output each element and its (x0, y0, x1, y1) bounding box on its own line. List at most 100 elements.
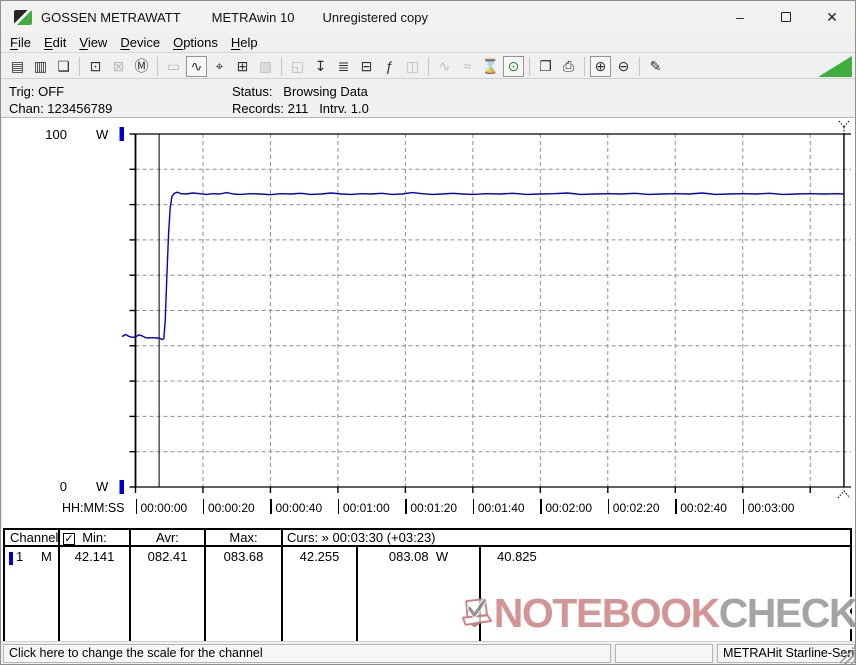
toolbar-separator (157, 57, 158, 76)
x-tick-label: 00:01:20 (410, 501, 457, 515)
x-tick-label: 00:02:20 (613, 501, 660, 515)
browse-status: Status: Browsing Data (232, 84, 368, 99)
device-read-icon[interactable]: ⊡ (85, 56, 106, 77)
channel-row-id[interactable]: 1 M (3, 547, 58, 641)
histogram-view-icon: ▨ (255, 56, 276, 77)
statusbar-device: METRAHit Starline-Seri (717, 644, 855, 663)
print-icon[interactable]: ⎙ (558, 56, 579, 77)
col-header-avr: Avr: (129, 528, 204, 547)
status-bar: Click here to change the scale for the c… (1, 641, 855, 665)
app-window: GOSSEN METRAWATT METRAwin 10 Unregistere… (0, 0, 856, 665)
menu-item-file[interactable]: File (9, 34, 40, 52)
toolbar-separator (281, 57, 282, 76)
col-header-min: ✓ Min: (58, 528, 129, 547)
x-tick-label: 00:00:00 (141, 501, 188, 515)
zoom-time-icon[interactable]: ⊕ (590, 56, 611, 77)
value-cursor2: 083.08 (389, 549, 429, 564)
channel-mode: M (41, 549, 52, 564)
toolbar-separator (529, 57, 530, 76)
x-tick-label: 00:01:00 (343, 501, 390, 515)
col-header-max: Max: (204, 528, 281, 547)
table-view-icon[interactable]: ⊞ (232, 56, 253, 77)
display-settings-icon[interactable]: ⊟ (356, 56, 377, 77)
col-header-cursor: Curs: » 00:03:30 (+03:23) (281, 528, 852, 547)
x-tick-mark (405, 499, 407, 514)
value-avr: 082.41 (129, 547, 204, 641)
toolbar: ▤▥❏⊡⊠Ⓜ▭∿⌖⊞▨◱↧≣⊟ƒ◫∿≈⌛⊙❐⎙⊕⊖✎ (1, 54, 855, 79)
col-header-channel: Channel: (3, 528, 58, 547)
value-min: 42.141 (58, 547, 129, 641)
maximize-icon (781, 12, 791, 22)
statusbar-hint: Click here to change the scale for the c… (3, 644, 611, 663)
records-status: Records: 211 Intrv. 1.0 (232, 101, 369, 116)
x-tick-label: 00:00:40 (275, 501, 322, 515)
close-button[interactable]: ✕ (809, 1, 855, 33)
annotation-icon[interactable]: ✎ (645, 56, 666, 77)
x-tick-mark (270, 499, 272, 514)
toolbar-separator (584, 57, 585, 76)
x-axis-caption: HH:MM:SS (62, 501, 125, 515)
x-tick-mark (203, 499, 205, 514)
device-disconnect-icon: ⊠ (108, 56, 129, 77)
channel-visible-checkbox[interactable]: ✓ (63, 533, 75, 545)
memory-read-icon[interactable]: Ⓜ (131, 56, 152, 77)
waveform-view-icon[interactable]: ∿ (186, 56, 207, 77)
brand-corner-icon (818, 56, 852, 77)
status-strip: Trig: OFF Chan: 123456789 Status: Browsi… (1, 80, 855, 118)
screen-save-icon[interactable]: ↧ (310, 56, 331, 77)
copy-window-icon: ◱ (287, 56, 308, 77)
resize-grip[interactable] (840, 651, 854, 665)
toolbar-separator (79, 57, 80, 76)
time-record-icon[interactable]: ⌛ (480, 56, 501, 77)
channel-table: Channel: ✓ Min: Avr: Max: Curs: » 00:03:… (1, 528, 856, 641)
x-tick-mark (540, 499, 542, 514)
menu-item-edit[interactable]: Edit (43, 34, 75, 52)
analog-wave-icon: ∿ (434, 56, 455, 77)
save-icon[interactable]: ▤ (7, 56, 28, 77)
license-note: Unregistered copy (322, 10, 428, 25)
x-tick-label: 00:02:40 (680, 501, 727, 515)
minimize-button[interactable]: – (717, 1, 763, 33)
formula-icon[interactable]: ƒ (379, 56, 400, 77)
toolbar-separator (428, 57, 429, 76)
menu-item-help[interactable]: Help (230, 34, 267, 52)
x-tick-label: 00:00:20 (208, 501, 255, 515)
crosshair-view-icon[interactable]: ⌖ (209, 56, 230, 77)
trend-chart[interactable]: 100 W 0 W HH:MM:SS 00:00:0000:00:2000:00… (3, 118, 855, 528)
x-tick-label: 00:01:40 (478, 501, 525, 515)
numeric-display-icon: ▭ (163, 56, 184, 77)
channel-color-marker (9, 552, 13, 565)
channel-number: 1 (16, 549, 23, 564)
value-cursor2-unit: W (436, 549, 448, 564)
live-record-icon[interactable]: ⊙ (503, 56, 524, 77)
zoom-free-icon[interactable]: ⊖ (613, 56, 634, 77)
x-tick-label: 00:03:00 (748, 501, 795, 515)
trigger-status: Trig: OFF (9, 84, 64, 99)
value-max: 083.68 (204, 547, 281, 641)
menu-bar: FileEditViewDeviceOptionsHelp (1, 33, 855, 53)
statusbar-middle (615, 644, 713, 663)
device-display-icon: ◫ (402, 56, 423, 77)
x-axis-labels: HH:MM:SS 00:00:00 00:00:20 00:00:40 00:01:0… (3, 118, 855, 528)
value-cursor2-cell: 083.08 W (356, 547, 479, 641)
x-tick-mark (338, 499, 340, 514)
open-folder-icon[interactable]: ❏ (53, 56, 74, 77)
toolbar-separator (639, 57, 640, 76)
title-brand: GOSSEN METRAWATT (41, 10, 181, 25)
dense-wave-icon: ≈ (457, 56, 478, 77)
value-extra: 40.825 (479, 547, 852, 641)
menu-item-device[interactable]: Device (119, 34, 169, 52)
title-bar: GOSSEN METRAWATT METRAwin 10 Unregistere… (1, 1, 855, 33)
x-tick-mark (608, 499, 610, 514)
channel-settings-icon[interactable]: ≣ (333, 56, 354, 77)
x-tick-mark (136, 499, 138, 514)
menu-item-view[interactable]: View (78, 34, 116, 52)
x-tick-mark (675, 499, 677, 514)
print-preview-icon[interactable]: ❐ (535, 56, 556, 77)
x-tick-label: 00:02:00 (545, 501, 592, 515)
maximize-button[interactable] (763, 1, 809, 33)
page-title: METRAwin 10 (212, 10, 295, 25)
app-logo-icon (14, 10, 32, 25)
menu-item-options[interactable]: Options (172, 34, 227, 52)
save-as-icon[interactable]: ▥ (30, 56, 51, 77)
